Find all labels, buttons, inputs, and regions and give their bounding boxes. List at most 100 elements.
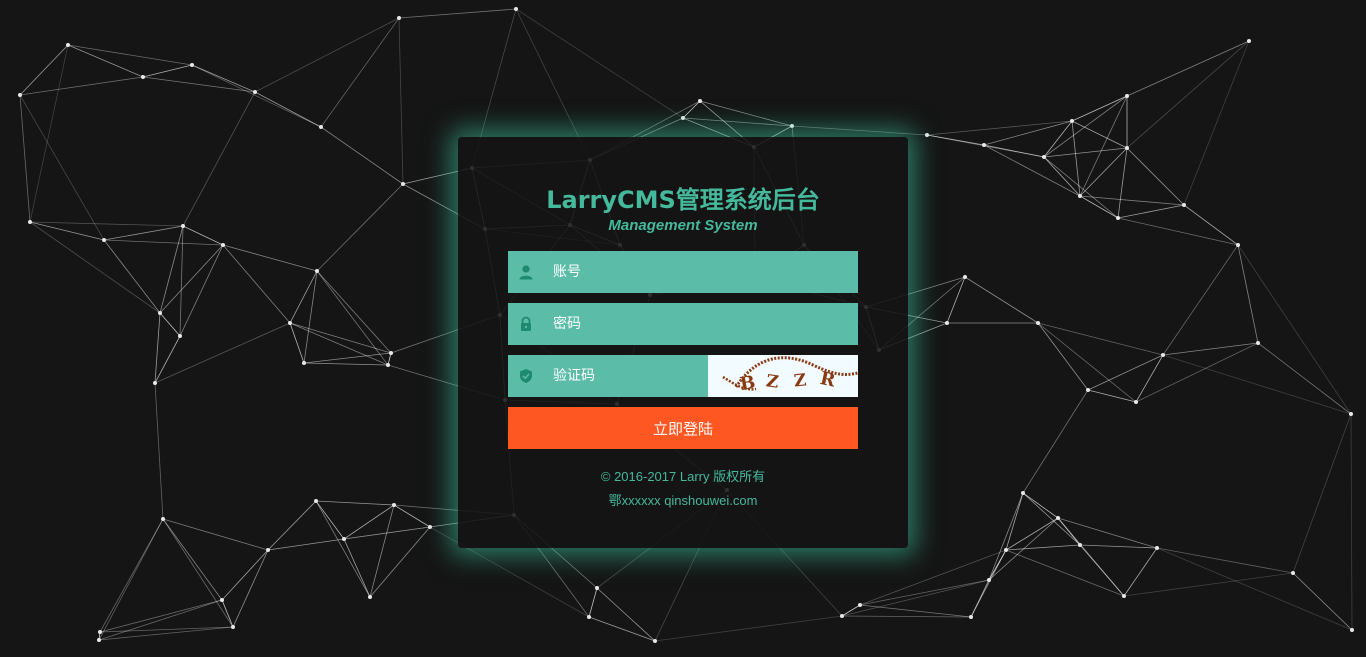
network-node [1125,146,1129,150]
network-line [398,17,404,185]
network-node [302,361,306,365]
network-line [1071,120,1128,149]
user-icon [519,265,533,280]
network-line [1156,547,1353,631]
network-line [1292,572,1353,631]
network-line [588,587,598,618]
password-input[interactable] [553,303,848,345]
network-line [19,94,31,223]
network-line [1043,95,1128,158]
network-line [162,518,269,551]
captcha-char: Z [765,371,780,393]
network-line [343,538,371,598]
network-line [316,183,404,272]
network-line [221,549,269,601]
network-line [315,500,371,598]
network-line [315,500,395,506]
copyright-text: © 2016-2017 Larry 版权所有 [600,469,766,484]
network-line [1135,354,1164,403]
network-line [1126,147,1185,206]
network-node [1247,39,1251,43]
network-line [267,500,317,551]
network-node [587,615,591,619]
network-node [1134,400,1138,404]
network-node [28,220,32,224]
network-line [154,322,291,384]
network-line [596,587,656,642]
network-line [267,538,345,551]
network-line [1043,120,1073,158]
network-node [945,321,949,325]
network-line [162,518,223,601]
network-node [925,133,929,137]
network-line [320,17,400,128]
login-button[interactable]: 立即登陆 [508,407,858,449]
network-line [1005,549,1125,597]
network-line [791,125,928,136]
network-line [393,504,431,528]
network-node [681,116,685,120]
icp-text: 鄂xxxxxx qinshouwei.com [608,493,758,508]
lock-icon [521,316,531,331]
network-line [1123,547,1158,597]
captcha-char: Z [793,370,807,391]
network-line [19,76,144,96]
captcha-input[interactable] [553,355,698,397]
network-line [159,312,181,337]
network-node [1155,546,1159,550]
network-line [315,500,345,540]
network-line [67,44,144,78]
network-node [158,311,162,315]
network-line [182,91,256,227]
network-line [1037,322,1089,391]
network-node [319,125,323,129]
network-node [1350,628,1354,632]
network-line [99,626,234,633]
network-line [859,579,990,606]
network-line [179,244,224,337]
network-line [154,335,181,384]
network-line [1123,572,1294,597]
captcha-image[interactable]: B Z Z R [708,355,858,397]
network-node [840,614,844,618]
network-line [254,17,400,93]
network-node [342,537,346,541]
username-field-container [508,251,858,293]
network-node [397,16,401,20]
network-node [141,75,145,79]
network-node [858,603,862,607]
network-node [1125,94,1129,98]
network-line [926,120,1073,136]
network-line [191,64,322,128]
network-node [153,381,157,385]
network-line [588,616,656,642]
network-node [1256,341,1260,345]
network-line [159,244,224,314]
network-node [1036,321,1040,325]
network-line [99,599,223,633]
network-line [103,239,224,246]
network-line [1043,147,1128,158]
username-input[interactable] [553,251,848,293]
network-node [1086,388,1090,392]
network-node [368,595,372,599]
network-node [969,615,973,619]
network-line [222,244,318,272]
network-node [266,548,270,552]
network-node [1349,412,1353,416]
network-node [1056,516,1060,520]
network-line [859,604,972,618]
network-line [1043,156,1119,219]
network-line [154,382,164,520]
network-node [66,43,70,47]
login-panel: LarryCMS管理系统后台 Management System B Z Z [458,137,908,548]
network-line [1037,322,1164,356]
network-line [682,100,701,119]
network-line [1162,244,1239,356]
network-node [1182,203,1186,207]
network-node [963,275,967,279]
network-line [1126,40,1250,149]
password-field-container [508,303,858,345]
network-node [221,243,225,247]
network-node [1004,548,1008,552]
